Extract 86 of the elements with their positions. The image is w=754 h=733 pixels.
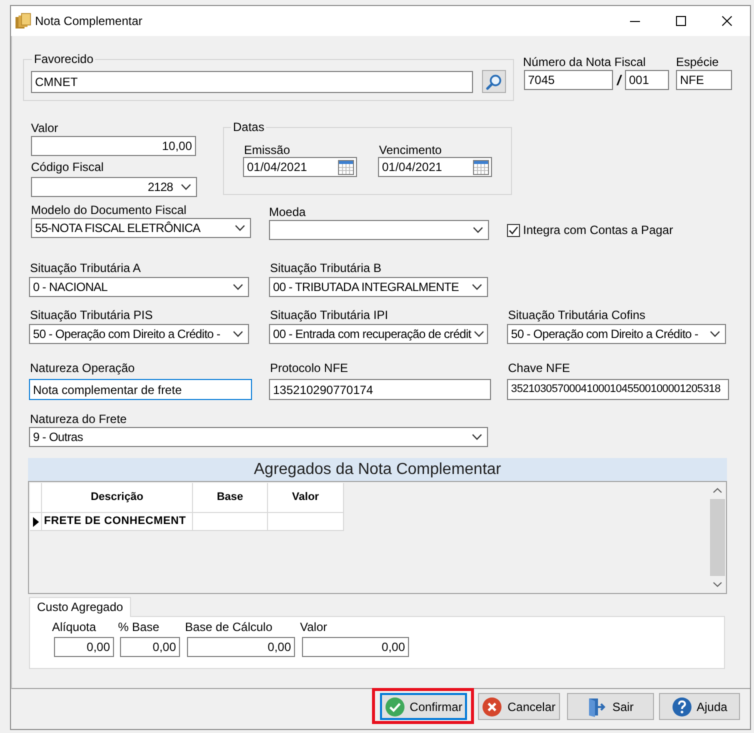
dropdown[interactable]: 55-NOTA FISCAL ELETRÔNICA [31,218,251,238]
scrollbar-thumb[interactable] [710,499,724,576]
text-field[interactable]: 135210290770174 [269,379,491,400]
column-header: Descrição [42,483,193,513]
text-field[interactable]: CMNET [31,70,473,92]
section-header: Agregados da Nota Complementar [28,458,727,481]
calendar-icon [338,160,354,174]
dropdown[interactable]: 50 - Operação com Direito a Crédito - [29,324,249,344]
tab[interactable]: Custo Agregado [29,597,132,617]
field-label: Alíquota [52,620,98,634]
field-label: Situação Tributária IPI [270,308,390,322]
cancel-circle-icon [482,696,502,716]
dropdown[interactable]: 9 - Outras [29,427,488,447]
documents-icon [15,13,31,29]
field-label: Natureza Operação [30,361,136,375]
group-box-title: Favorecido [33,52,94,66]
text-field[interactable]: 7045 [524,70,613,90]
chevron-down-icon [233,331,243,337]
checkbox[interactable] [507,224,520,236]
chevron-down-icon [472,284,482,290]
dropdown[interactable]: 0 - NACIONAL [29,277,249,297]
calendar-icon [473,160,489,174]
text-field[interactable]: Nota complementar de frete [29,379,252,400]
close-icon [722,16,732,26]
chevron-down-icon [473,227,483,233]
chevron-down-icon [181,184,191,190]
checkmark-circle-icon [384,696,405,716]
minimize-icon [630,20,640,22]
table-cell: FRETE DE CONHECMENT [42,513,193,531]
chevron-down-icon [712,582,722,587]
field-label: Situação Tributária B [270,261,382,275]
door-arrow-icon [587,696,608,716]
dropdown[interactable]: 00 - Entrada com recuperação de crédit [269,324,488,344]
text-field[interactable]: 0,00 [302,637,409,657]
cancel-button[interactable]: Cancelar [478,693,560,720]
field-label: Chave NFE [508,361,572,375]
text-field[interactable]: 352103057000410001045500100001205318 [507,379,729,400]
checkbox-label: Integra com Contas a Pagar [523,223,674,237]
field-label: Valor [300,620,328,634]
window-title: Nota Complementar [35,14,142,28]
field-label: Natureza do Frete [30,412,128,426]
chevron-down-icon [472,434,482,440]
column-header: Valor [268,483,344,513]
text-field[interactable]: 001 [625,70,669,90]
text-field[interactable]: 0,00 [187,637,295,657]
group-box-title: Datas [232,120,266,134]
date-field[interactable]: 01/04/2021 [378,157,492,177]
column-header: Base [193,483,268,513]
field-label: Vencimento [379,143,443,157]
field-label: Código Fiscal [31,160,105,174]
text-field[interactable]: NFE [676,70,732,90]
field-label: Valor [31,121,60,135]
dropdown[interactable]: 50 - Operação com Direito a Crédito - [507,324,726,344]
search-icon [486,74,502,90]
field-label: Espécie [676,55,720,69]
checkmark-icon [508,224,519,236]
field-label: Base de Cálculo [185,620,274,634]
dropdown[interactable] [269,220,489,240]
chevron-down-icon [474,331,484,337]
dropdown[interactable]: 00 - TRIBUTADA INTEGRALMENTE [269,277,488,297]
field-label: Moeda [269,205,307,219]
dropdown[interactable]: 2128 [31,177,197,197]
text-field[interactable]: 0,00 [54,637,114,657]
field-label: Situação Tributária Cofins [508,308,646,322]
field-label: Situação Tributária A [30,261,142,275]
date-field[interactable]: 01/04/2021 [243,157,357,177]
help-icon [672,696,692,716]
help-button[interactable]: Ajuda [659,693,740,720]
chevron-down-icon [235,225,245,231]
confirm-button[interactable]: Confirmar [380,693,467,720]
chevron-down-icon [710,331,720,337]
field-label: % Base [118,620,160,634]
text-field[interactable]: 10,00 [31,136,196,156]
field-label: Modelo do Documento Fiscal [31,203,188,217]
field-label: Protocolo NFE [270,361,350,375]
separator-slash: / [616,72,623,88]
chevron-down-icon [233,284,243,290]
field-label: Situação Tributária PIS [30,308,154,322]
exit-button[interactable]: Sair [567,693,654,720]
text-field[interactable]: 0,00 [120,637,180,657]
field-label: Número da Nota Fiscal [523,55,647,69]
row-pointer-icon [32,516,38,526]
maximize-icon [676,16,686,26]
search-button[interactable] [482,70,506,93]
chevron-up-icon [712,488,722,493]
field-label: Emissão [244,143,292,157]
